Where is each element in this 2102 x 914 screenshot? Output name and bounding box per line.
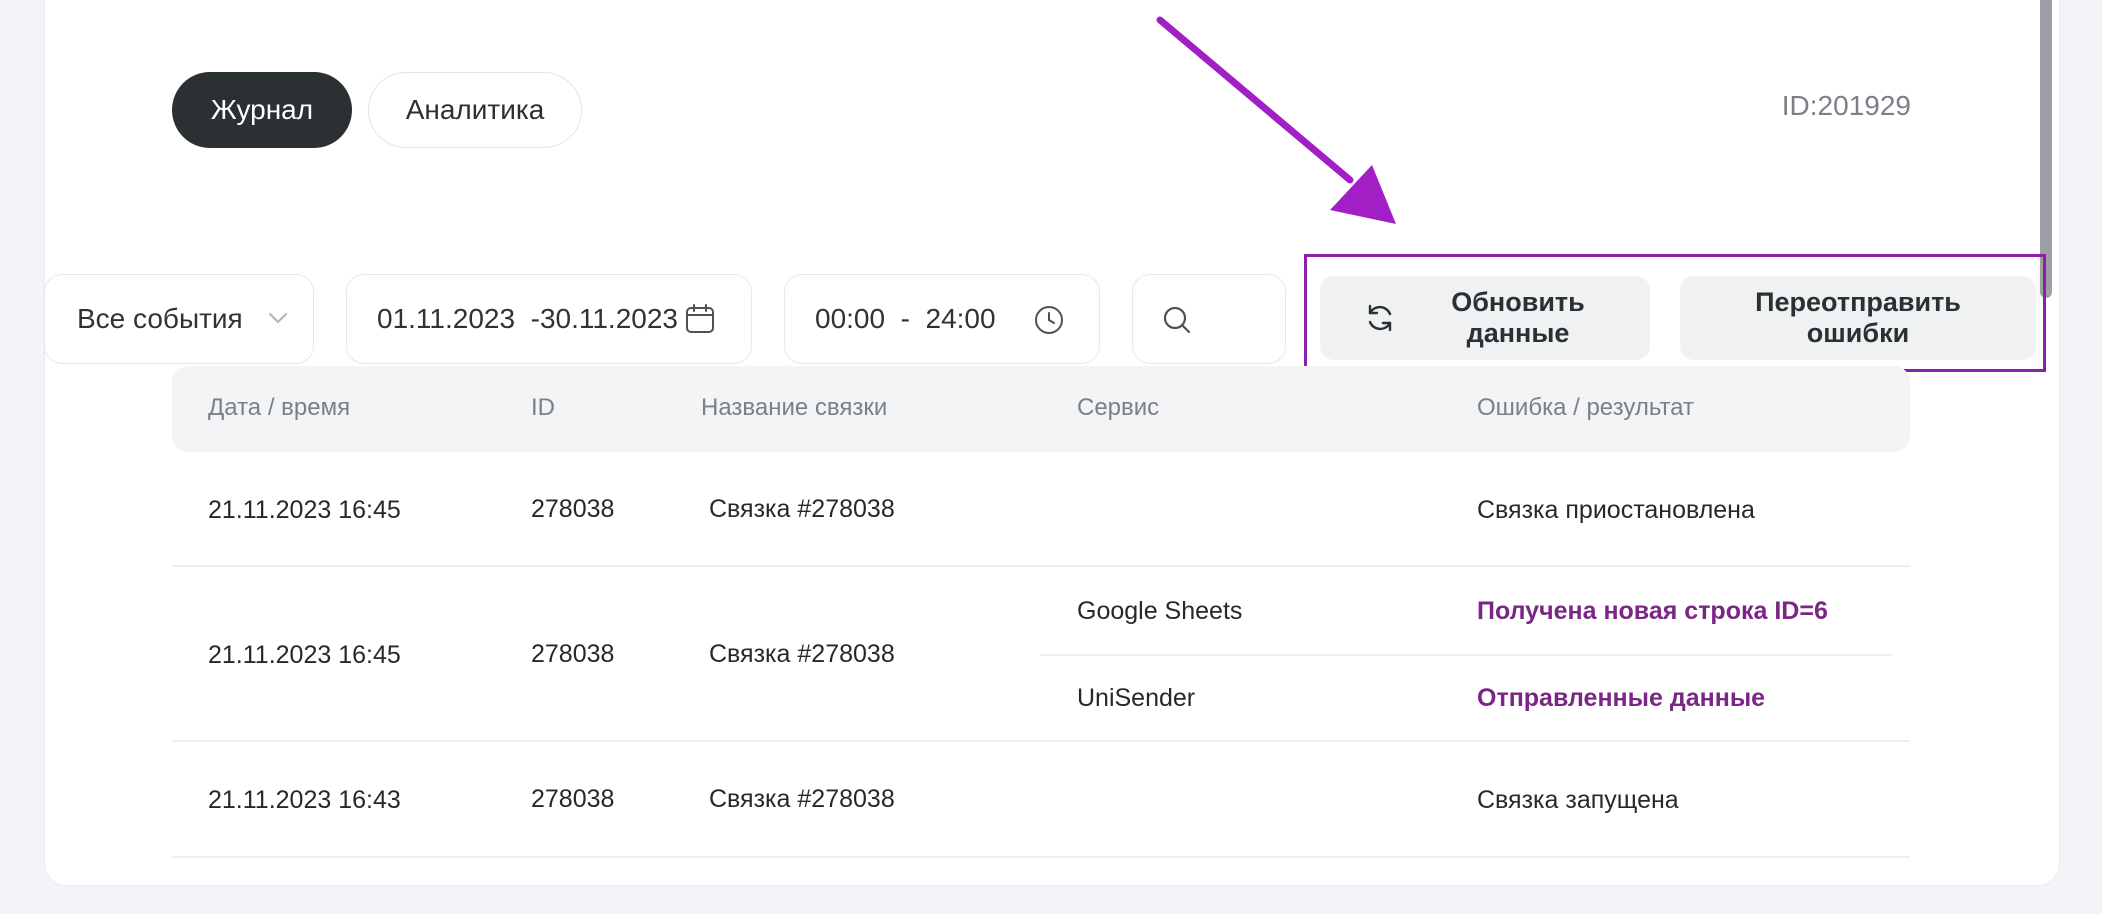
- highlight-box: [1304, 254, 2046, 372]
- row-divider: [172, 740, 1910, 742]
- cell-name[interactable]: Связка #278038: [709, 785, 895, 814]
- row-divider: [172, 856, 1910, 858]
- tab-journal[interactable]: Журнал: [172, 72, 352, 148]
- arrow-annotation: [1156, 16, 1396, 224]
- cell-name[interactable]: Связка #278038: [709, 495, 895, 524]
- time-range-value: 00:00 - 24:00: [815, 303, 996, 334]
- cell-service: Google Sheets: [1077, 597, 1243, 625]
- header-id: ID: [531, 394, 555, 421]
- cell-id: 278038: [531, 640, 615, 668]
- cell-result: Связка запущена: [1477, 786, 1679, 814]
- date-range-field[interactable]: 01.11.2023 -30.11.2023: [346, 274, 752, 364]
- calendar-icon[interactable]: [683, 302, 717, 336]
- chevron-down-icon: [268, 312, 288, 324]
- cell-datetime: 21.11.2023 16:43: [208, 786, 401, 814]
- cell-result-link[interactable]: Отправленные данные: [1477, 684, 1765, 713]
- search-icon: [1163, 306, 1191, 334]
- header-result: Ошибка / результат: [1477, 394, 1694, 421]
- time-range-field[interactable]: 00:00 - 24:00: [784, 274, 1100, 364]
- cell-service: UniSender: [1077, 684, 1196, 712]
- row-divider: [172, 565, 1910, 567]
- date-range-value: 01.11.2023 -30.11.2023: [377, 303, 678, 334]
- cell-result-link[interactable]: Получена новая строка ID=6: [1477, 597, 1828, 626]
- subrow-divider: [1040, 654, 1892, 656]
- header-service: Сервис: [1077, 394, 1160, 421]
- cell-datetime: 21.11.2023 16:45: [208, 641, 401, 669]
- cell-id: 278038: [531, 495, 615, 523]
- events-select-value: Все события: [77, 303, 243, 334]
- tab-analytics[interactable]: Аналитика: [368, 72, 582, 148]
- events-select[interactable]: Все события: [44, 274, 314, 364]
- header-datetime: Дата / время: [208, 394, 351, 421]
- header-name: Название связки: [701, 394, 888, 421]
- cell-result: Связка приостановлена: [1477, 496, 1755, 524]
- search-field[interactable]: [1132, 274, 1286, 364]
- cell-datetime: 21.11.2023 16:45: [208, 496, 401, 524]
- cell-id: 278038: [531, 785, 615, 813]
- cell-name[interactable]: Связка #278038: [709, 640, 895, 669]
- clock-icon[interactable]: [1033, 304, 1065, 336]
- page-id: ID:201929: [1781, 90, 1911, 121]
